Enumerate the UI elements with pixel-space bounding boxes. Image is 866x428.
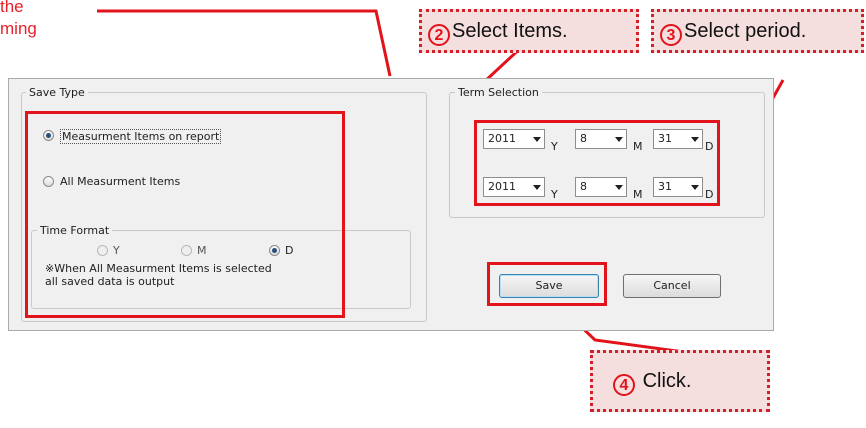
step-number-2: 2 xyxy=(428,24,450,46)
highlight-save-button xyxy=(487,262,607,306)
highlight-term-selection xyxy=(474,120,720,206)
save-type-title: Save Type xyxy=(26,86,88,99)
callout-select-period-text: Select period. xyxy=(684,20,807,42)
callout-select-items-text: Select Items. xyxy=(452,20,568,42)
connector-line-1 xyxy=(97,9,392,77)
callout-select-items: 2 Select Items. xyxy=(419,9,639,53)
step-number-4: 4 xyxy=(613,374,635,396)
callout-click-text: Click. xyxy=(642,370,692,392)
term-selection-title: Term Selection xyxy=(455,86,542,99)
step-number-3: 3 xyxy=(660,24,682,46)
highlight-save-type xyxy=(25,111,345,318)
cancel-button[interactable]: Cancel xyxy=(623,274,721,298)
callout-select-period: 3 Select period. xyxy=(651,9,864,53)
callout-click: 4 Click. xyxy=(590,350,770,412)
